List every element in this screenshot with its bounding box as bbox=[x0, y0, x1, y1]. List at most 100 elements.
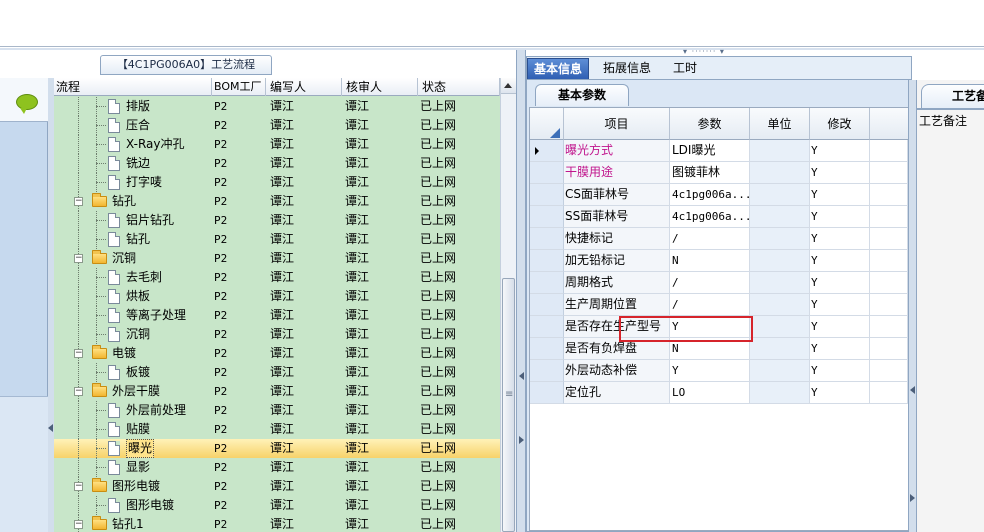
param-unit-cell[interactable] bbox=[750, 294, 810, 316]
param-value-cell[interactable]: 4c1pg006a... bbox=[670, 184, 750, 206]
param-edit-cell[interactable]: Y bbox=[810, 206, 870, 228]
tab-extended-info[interactable]: 拓展信息 bbox=[597, 58, 657, 79]
table-row[interactable]: 烘板 P2 谭江 谭江 已上网 bbox=[54, 287, 500, 306]
param-row[interactable]: 生产周期位置 / Y bbox=[530, 294, 908, 316]
row-selector[interactable] bbox=[530, 250, 564, 272]
collapse-node-icon[interactable]: − bbox=[74, 482, 83, 491]
param-extra-cell[interactable] bbox=[870, 382, 908, 404]
row-selector[interactable] bbox=[530, 228, 564, 250]
param-value-cell[interactable]: LO bbox=[670, 382, 750, 404]
param-row[interactable]: 加无铅标记 N Y bbox=[530, 250, 908, 272]
row-selector[interactable] bbox=[530, 162, 564, 184]
param-extra-cell[interactable] bbox=[870, 272, 908, 294]
param-extra-cell[interactable] bbox=[870, 294, 908, 316]
column-header-process[interactable]: 流程 bbox=[54, 78, 212, 96]
param-unit-cell[interactable] bbox=[750, 162, 810, 184]
param-edit-cell[interactable]: Y bbox=[810, 338, 870, 360]
param-unit-cell[interactable] bbox=[750, 228, 810, 250]
param-header-corner[interactable] bbox=[530, 108, 564, 140]
table-row[interactable]: 排版 P2 谭江 谭江 已上网 bbox=[54, 97, 500, 116]
param-value-cell[interactable]: 图镀菲林 bbox=[670, 162, 750, 184]
row-selector[interactable] bbox=[530, 360, 564, 382]
table-row[interactable]: − 钻孔 P2 谭江 谭江 已上网 bbox=[54, 192, 500, 211]
splitter-grip-top[interactable]: ▾ ······· ▾ bbox=[668, 48, 740, 56]
param-edit-cell[interactable]: Y bbox=[810, 360, 870, 382]
collapse-right-right-arrow-icon[interactable] bbox=[910, 494, 915, 502]
table-row[interactable]: 曝光 P2 谭江 谭江 已上网 bbox=[54, 439, 500, 458]
collapse-node-icon[interactable]: − bbox=[74, 349, 83, 358]
param-edit-cell[interactable]: Y bbox=[810, 382, 870, 404]
row-selector[interactable] bbox=[530, 294, 564, 316]
table-row[interactable]: 打字唛 P2 谭江 谭江 已上网 bbox=[54, 173, 500, 192]
column-header-reviewer[interactable]: 核审人 bbox=[342, 78, 418, 96]
table-row[interactable]: 板镀 P2 谭江 谭江 已上网 bbox=[54, 363, 500, 382]
column-header-author[interactable]: 编写人 bbox=[266, 78, 342, 96]
param-unit-cell[interactable] bbox=[750, 316, 810, 338]
table-row[interactable]: − 电镀 P2 谭江 谭江 已上网 bbox=[54, 344, 500, 363]
table-row[interactable]: 铝片钻孔 P2 谭江 谭江 已上网 bbox=[54, 211, 500, 230]
tab-basic-info[interactable]: 基本信息 bbox=[527, 58, 590, 79]
param-row[interactable]: CS面菲林号 4c1pg006a... Y bbox=[530, 184, 908, 206]
tab-process-notes[interactable]: 工艺备注 bbox=[921, 84, 984, 108]
param-extra-cell[interactable] bbox=[870, 228, 908, 250]
collapse-center-right-arrow-icon[interactable] bbox=[519, 436, 524, 444]
param-edit-cell[interactable]: Y bbox=[810, 250, 870, 272]
column-header-param[interactable]: 参数 bbox=[670, 108, 750, 140]
center-splitter[interactable] bbox=[516, 50, 526, 532]
table-row[interactable]: 贴膜 P2 谭江 谭江 已上网 bbox=[54, 420, 500, 439]
param-value-cell[interactable]: / bbox=[670, 294, 750, 316]
param-edit-cell[interactable]: Y bbox=[810, 140, 870, 162]
row-selector[interactable] bbox=[530, 338, 564, 360]
column-header-item[interactable]: 项目 bbox=[564, 108, 670, 140]
param-row[interactable]: 外层动态补偿 Y Y bbox=[530, 360, 908, 382]
param-edit-cell[interactable]: Y bbox=[810, 228, 870, 250]
param-edit-cell[interactable]: Y bbox=[810, 272, 870, 294]
param-value-cell[interactable]: Y bbox=[670, 360, 750, 382]
table-row[interactable]: − 沉铜 P2 谭江 谭江 已上网 bbox=[54, 249, 500, 268]
param-edit-cell[interactable]: Y bbox=[810, 294, 870, 316]
row-selector[interactable] bbox=[530, 382, 564, 404]
collapse-node-icon[interactable]: − bbox=[74, 254, 83, 263]
param-unit-cell[interactable] bbox=[750, 272, 810, 294]
param-row[interactable]: 定位孔 LO Y bbox=[530, 382, 908, 404]
param-edit-cell[interactable]: Y bbox=[810, 316, 870, 338]
param-value-cell[interactable]: / bbox=[670, 228, 750, 250]
collapse-node-icon[interactable]: − bbox=[74, 520, 83, 529]
table-row[interactable]: 钻孔 P2 谭江 谭江 已上网 bbox=[54, 230, 500, 249]
subtab-basic-params[interactable]: 基本参数 bbox=[535, 84, 629, 106]
row-selector[interactable] bbox=[530, 184, 564, 206]
param-extra-cell[interactable] bbox=[870, 360, 908, 382]
collapse-left-arrow-icon[interactable] bbox=[48, 424, 53, 432]
table-row[interactable]: − 图形电镀 P2 谭江 谭江 已上网 bbox=[54, 477, 500, 496]
table-row[interactable]: X-Ray冲孔 P2 谭江 谭江 已上网 bbox=[54, 135, 500, 154]
table-row[interactable]: − 钻孔1 P2 谭江 谭江 已上网 bbox=[54, 515, 500, 532]
table-row[interactable]: 显影 P2 谭江 谭江 已上网 bbox=[54, 458, 500, 477]
column-header-unit[interactable]: 单位 bbox=[750, 108, 810, 140]
tab-work-hours[interactable]: 工时 bbox=[667, 58, 703, 79]
scrollbar-thumb[interactable] bbox=[502, 278, 515, 532]
param-extra-cell[interactable] bbox=[870, 316, 908, 338]
param-value-cell[interactable]: / bbox=[670, 272, 750, 294]
param-row[interactable]: 干膜用途 图镀菲林 Y bbox=[530, 162, 908, 184]
param-value-cell[interactable]: 4c1pg006a... bbox=[670, 206, 750, 228]
param-edit-cell[interactable]: Y bbox=[810, 184, 870, 206]
row-selector[interactable] bbox=[530, 272, 564, 294]
collapse-node-icon[interactable]: − bbox=[74, 197, 83, 206]
param-extra-cell[interactable] bbox=[870, 140, 908, 162]
param-unit-cell[interactable] bbox=[750, 206, 810, 228]
param-edit-cell[interactable]: Y bbox=[810, 162, 870, 184]
table-row[interactable]: 铣边 P2 谭江 谭江 已上网 bbox=[54, 154, 500, 173]
param-extra-cell[interactable] bbox=[870, 338, 908, 360]
param-extra-cell[interactable] bbox=[870, 162, 908, 184]
param-unit-cell[interactable] bbox=[750, 140, 810, 162]
collapse-center-left-arrow-icon[interactable] bbox=[519, 372, 524, 380]
table-row[interactable]: 图形电镀 P2 谭江 谭江 已上网 bbox=[54, 496, 500, 515]
scroll-up-arrow-icon[interactable] bbox=[501, 78, 516, 94]
row-selector[interactable] bbox=[530, 140, 564, 162]
param-unit-cell[interactable] bbox=[750, 360, 810, 382]
param-row[interactable]: 曝光方式 LDI曝光 Y bbox=[530, 140, 908, 162]
row-selector[interactable] bbox=[530, 206, 564, 228]
param-extra-cell[interactable] bbox=[870, 250, 908, 272]
table-row[interactable]: 外层前处理 P2 谭江 谭江 已上网 bbox=[54, 401, 500, 420]
column-header-status[interactable]: 状态 bbox=[418, 78, 500, 96]
